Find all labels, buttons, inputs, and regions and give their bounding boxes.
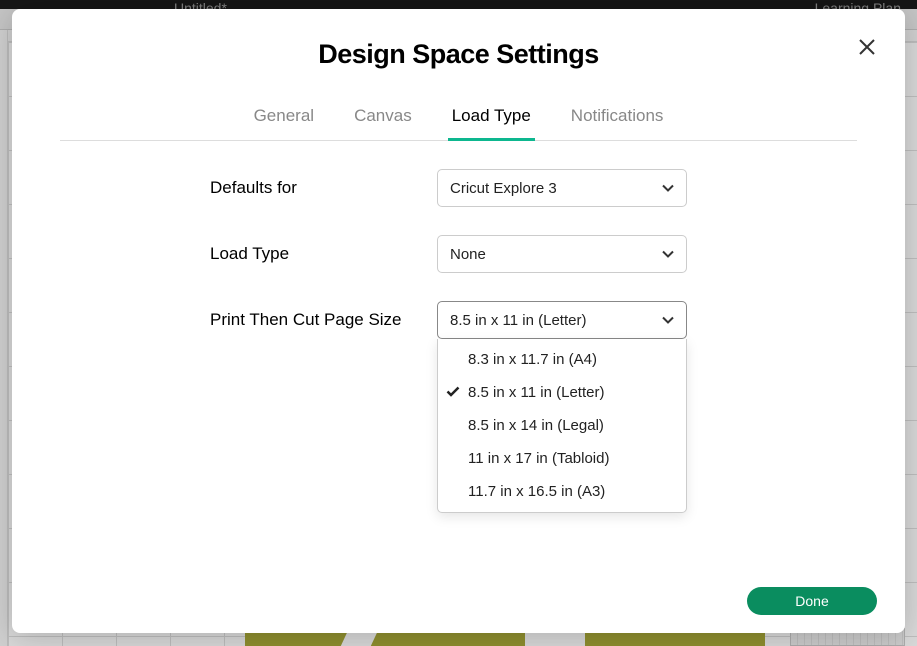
page-size-label: Print Then Cut Page Size xyxy=(30,310,230,330)
defaults-for-label: Defaults for xyxy=(30,178,230,198)
load-type-label: Load Type xyxy=(30,244,230,264)
page-size-select[interactable]: 8.5 in x 11 in (Letter) xyxy=(437,301,687,339)
defaults-for-value: Cricut Explore 3 xyxy=(450,180,557,197)
settings-modal: Design Space Settings General Canvas Loa… xyxy=(12,9,905,633)
page-size-option[interactable]: 11 in x 17 in (Tabloid) xyxy=(438,442,686,475)
check-icon xyxy=(446,384,460,401)
close-button[interactable] xyxy=(853,33,881,61)
chevron-down-icon xyxy=(662,311,674,329)
load-type-value: None xyxy=(450,246,486,263)
tab-load-type[interactable]: Load Type xyxy=(448,98,535,141)
page-size-option-label: 8.3 in x 11.7 in (A4) xyxy=(468,351,597,368)
close-icon xyxy=(857,37,877,57)
page-size-dropdown: 8.3 in x 11.7 in (A4) 8.5 in x 11 in (Let… xyxy=(437,339,687,513)
page-size-option[interactable]: 8.5 in x 11 in (Letter) xyxy=(438,376,686,409)
page-size-option[interactable]: 8.3 in x 11.7 in (A4) xyxy=(438,339,686,376)
page-size-option[interactable]: 8.5 in x 14 in (Legal) xyxy=(438,409,686,442)
page-size-option-label: 11 in x 17 in (Tabloid) xyxy=(468,450,609,467)
tabs-nav: General Canvas Load Type Notifications xyxy=(60,98,857,141)
page-size-option-label: 11.7 in x 16.5 in (A3) xyxy=(468,483,605,500)
done-button[interactable]: Done xyxy=(747,587,877,615)
page-size-value: 8.5 in x 11 in (Letter) xyxy=(450,312,586,329)
tab-canvas[interactable]: Canvas xyxy=(350,98,416,141)
defaults-for-select[interactable]: Cricut Explore 3 xyxy=(437,169,687,207)
tab-notifications[interactable]: Notifications xyxy=(567,98,668,141)
chevron-down-icon xyxy=(662,245,674,263)
modal-title: Design Space Settings xyxy=(42,39,875,70)
page-size-option-label: 8.5 in x 11 in (Letter) xyxy=(468,384,604,401)
load-type-select[interactable]: None xyxy=(437,235,687,273)
page-size-option-label: 8.5 in x 14 in (Legal) xyxy=(468,417,604,434)
tab-general[interactable]: General xyxy=(250,98,318,141)
page-size-option[interactable]: 11.7 in x 16.5 in (A3) xyxy=(438,475,686,512)
chevron-down-icon xyxy=(662,179,674,197)
